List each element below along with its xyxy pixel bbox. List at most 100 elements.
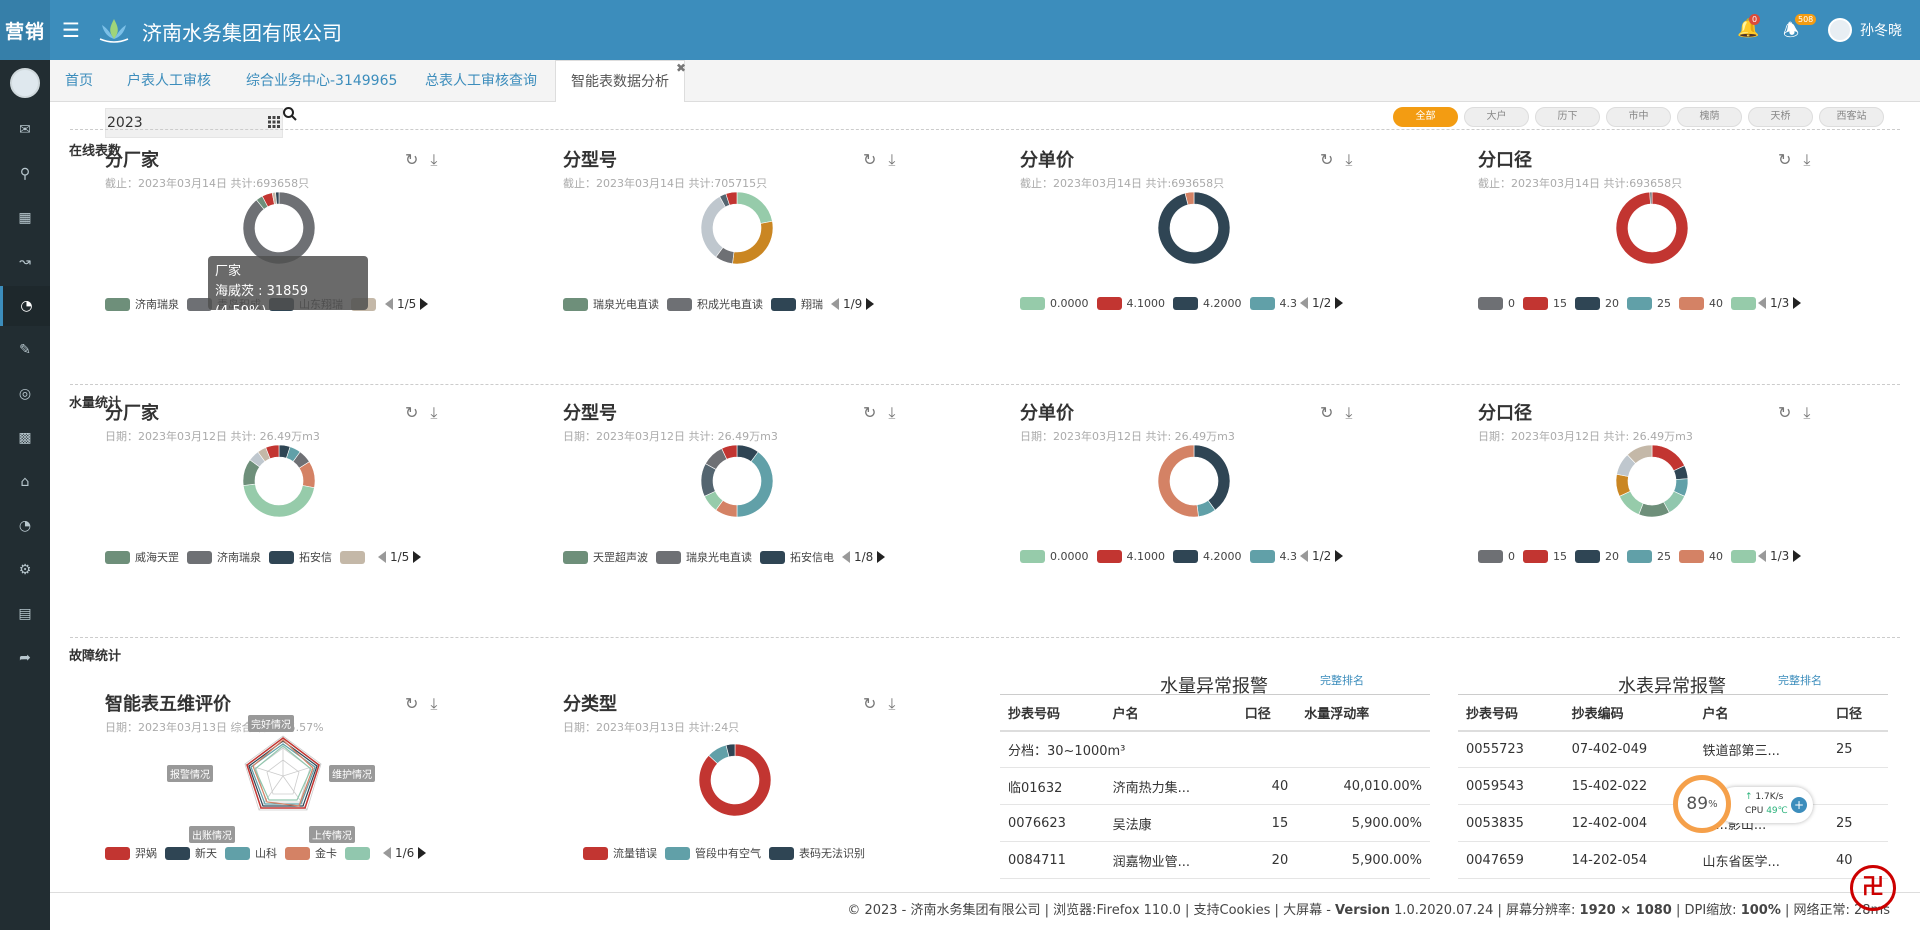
tab-master-review[interactable]: 总表人工审核查询 <box>425 60 537 102</box>
full-ranking-link[interactable]: 完整排名 <box>1778 672 1822 688</box>
dashboard-icon[interactable]: ◔ <box>0 506 50 546</box>
prev-page-icon[interactable] <box>1758 550 1766 562</box>
legend-item[interactable]: 羿娲 <box>105 845 157 861</box>
refresh-icon[interactable]: ↻ <box>1320 403 1333 423</box>
calendar-grid-icon[interactable] <box>268 116 280 128</box>
prev-page-icon[interactable] <box>842 551 850 563</box>
legend-item[interactable]: 0.0000 <box>1020 549 1089 563</box>
id-card-icon[interactable]: ▤ <box>0 594 50 634</box>
legend-item[interactable] <box>340 550 370 564</box>
legend-item[interactable]: 20 <box>1575 549 1619 563</box>
prev-page-icon[interactable] <box>831 298 839 310</box>
share-icon[interactable]: ➦ <box>0 638 50 678</box>
legend-item[interactable]: 4.3 <box>1249 549 1297 563</box>
legend-item[interactable]: 4.2000 <box>1173 549 1242 563</box>
donut-slice[interactable] <box>736 451 774 518</box>
menu-toggle-icon[interactable]: ☰ <box>62 18 80 42</box>
pie-chart-icon[interactable]: ◔ <box>0 286 50 326</box>
next-page-icon[interactable] <box>1793 550 1802 562</box>
legend-item[interactable]: 威海天罡 <box>105 549 179 565</box>
search-icon[interactable] <box>282 106 298 122</box>
full-ranking-link[interactable]: 完整排名 <box>1320 672 1364 688</box>
legend-item[interactable]: 济南瑞泉 <box>105 296 179 312</box>
year-picker-input[interactable]: 2023 <box>105 108 283 138</box>
download-icon[interactable]: ⤓ <box>1345 150 1352 170</box>
refresh-icon[interactable]: ↻ <box>1778 403 1791 423</box>
donut-slice[interactable] <box>700 463 717 497</box>
donut-slice[interactable] <box>700 196 726 258</box>
legend-item[interactable]: 表码无法识别 <box>769 845 865 861</box>
legend-item[interactable]: 25 <box>1627 296 1671 310</box>
refresh-icon[interactable]: ↻ <box>863 694 876 714</box>
table-row[interactable]: 0076623 吴法康 15 5,900.00% <box>1000 804 1430 842</box>
calculator-icon[interactable]: ▦ <box>0 198 50 238</box>
gear-icon[interactable]: ⚙ <box>0 550 50 590</box>
donut-slice[interactable] <box>736 191 773 224</box>
district-xikezhan[interactable]: 西客站 <box>1819 107 1884 127</box>
search-icon[interactable]: ⚲ <box>0 154 50 194</box>
next-page-icon[interactable] <box>866 298 875 310</box>
donut-slice[interactable] <box>732 220 774 265</box>
legend-item[interactable]: 4.1000 <box>1096 296 1165 310</box>
next-page-icon[interactable] <box>1335 550 1344 562</box>
donut-slice[interactable] <box>1157 444 1199 518</box>
home-icon[interactable]: ⌂ <box>0 462 50 502</box>
legend-item[interactable]: 0 <box>1478 296 1515 310</box>
legend-item[interactable] <box>1731 296 1758 310</box>
next-page-icon[interactable] <box>413 551 422 563</box>
legend-item[interactable]: 翔瑞 <box>771 296 823 312</box>
donut-slice[interactable] <box>1651 444 1685 472</box>
district-shizhong[interactable]: 市中 <box>1606 107 1671 127</box>
close-icon[interactable]: ✖ <box>676 47 686 89</box>
legend-item[interactable]: 流量错误 <box>583 845 657 861</box>
cpu-monitor-widget[interactable]: ↑ 1.7K/s CPU 49℃ + 89% <box>1673 775 1818 833</box>
legend-item[interactable]: 4.2000 <box>1173 296 1242 310</box>
legend-item[interactable]: 积成光电直读 <box>667 296 763 312</box>
prev-page-icon[interactable] <box>1300 550 1308 562</box>
download-icon[interactable]: ⤓ <box>430 694 437 714</box>
legend-item[interactable]: 4.3 <box>1249 296 1297 310</box>
legend-item[interactable]: 管段中有空气 <box>665 845 761 861</box>
download-icon[interactable]: ⤓ <box>1345 403 1352 423</box>
district-tianqiao[interactable]: 天桥 <box>1748 107 1813 127</box>
alerts-bell-icon[interactable]: 🕭 508 <box>1783 14 1817 48</box>
plus-icon[interactable]: + <box>1791 797 1807 813</box>
table-row[interactable]: 0055723 07-402-049 铁道部第三... 25 <box>1458 730 1888 768</box>
table-row[interactable]: 临01632 济南热力集... 40 40,010.00% <box>1000 767 1430 805</box>
legend-item[interactable]: 0 <box>1478 549 1515 563</box>
download-icon[interactable]: ⤓ <box>888 150 895 170</box>
donut-slice[interactable] <box>1193 444 1231 511</box>
legend-item[interactable]: 40 <box>1679 549 1723 563</box>
next-page-icon[interactable] <box>877 551 886 563</box>
refresh-icon[interactable]: ↻ <box>1320 150 1333 170</box>
district-lixia[interactable]: 历下 <box>1535 107 1600 127</box>
legend-item[interactable]: 15 <box>1523 296 1567 310</box>
refresh-icon[interactable]: ↻ <box>405 403 418 423</box>
sidebar-avatar[interactable] <box>10 68 40 98</box>
legend-item[interactable]: 25 <box>1627 549 1671 563</box>
legend-item[interactable]: 济南瑞泉 <box>187 549 261 565</box>
download-icon[interactable]: ⤓ <box>430 403 437 423</box>
legend-item[interactable]: 20 <box>1575 296 1619 310</box>
brand-logo[interactable]: 营销 <box>0 0 50 60</box>
refresh-icon[interactable]: ↻ <box>405 150 418 170</box>
target-icon[interactable]: ◎ <box>0 374 50 414</box>
prev-page-icon[interactable] <box>1300 297 1308 309</box>
download-icon[interactable]: ⤓ <box>430 150 437 170</box>
table-row[interactable]: 0084711 润嘉物业管... 20 5,900.00% <box>1000 841 1430 879</box>
donut-slice[interactable] <box>1638 501 1670 518</box>
user-menu[interactable]: 孙冬晓 <box>1828 18 1902 42</box>
refresh-icon[interactable]: ↻ <box>863 150 876 170</box>
legend-item[interactable]: 拓安信 <box>269 549 332 565</box>
tab-business-center[interactable]: 综合业务中心-3149965 <box>246 60 397 102</box>
mail-icon[interactable]: ✉ <box>0 110 50 150</box>
next-page-icon[interactable] <box>418 847 427 859</box>
legend-item[interactable]: 新天 <box>165 845 217 861</box>
prev-page-icon[interactable] <box>383 847 391 859</box>
notifications-bell-icon[interactable]: 🔔 0 <box>1737 14 1761 39</box>
next-page-icon[interactable] <box>1793 297 1802 309</box>
legend-item[interactable]: 15 <box>1523 549 1567 563</box>
refresh-icon[interactable]: ↻ <box>863 403 876 423</box>
tab-household-review[interactable]: 户表人工审核 <box>127 60 211 102</box>
download-icon[interactable]: ⤓ <box>888 403 895 423</box>
